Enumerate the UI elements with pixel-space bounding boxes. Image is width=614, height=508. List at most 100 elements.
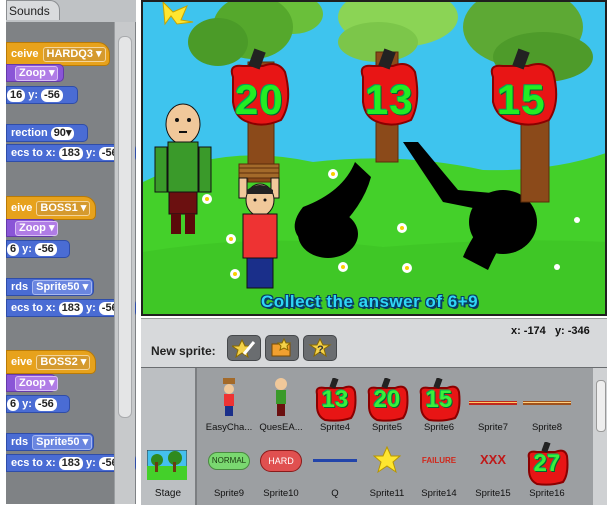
message-dropdown[interactable]: BOSS1 ▾ — [36, 200, 91, 216]
x-input[interactable]: 183 — [58, 301, 83, 315]
sprite-thumbnail[interactable]: 15 Sprite6 — [413, 374, 465, 436]
message-dropdown[interactable]: BOSS2 ▾ — [36, 354, 91, 370]
sprite-dropdown[interactable]: Sprite50 ▾ — [32, 279, 93, 295]
y-value: -346 — [567, 325, 590, 337]
x-input[interactable]: 183 — [58, 146, 83, 160]
sprite-name: Sprite9 — [213, 488, 245, 499]
normal-badge: NORMAL — [208, 452, 250, 470]
point-in-direction-block[interactable]: rection 90▾ — [6, 124, 88, 142]
direction-input[interactable]: 90▾ — [50, 126, 75, 140]
sprite-name: Sprite4 — [319, 422, 351, 433]
question-star-icon: ? — [308, 338, 332, 358]
question-prompt: Collect the answer of 6+9 — [261, 292, 479, 311]
choose-sprite-file-button[interactable] — [265, 335, 299, 361]
sprite-corral[interactable]: Stage EasyCha... QuesEA... 13 Sprite4 20… — [141, 367, 607, 505]
daisy-flower — [226, 234, 236, 244]
answer-number[interactable]: 13 — [365, 76, 414, 124]
dropdown-value: HARDQ3 — [46, 47, 93, 60]
y-label: y: — [86, 302, 96, 314]
dropdown-value: Sprite50 — [36, 280, 80, 293]
x-input[interactable]: 6 — [7, 397, 20, 411]
sprite-thumbnail[interactable]: EasyCha... — [203, 374, 255, 436]
sprite-number: 15 — [425, 386, 453, 413]
daisy-flower — [202, 194, 212, 204]
stage-thumbnail[interactable]: Stage — [141, 368, 197, 505]
paint-new-sprite-button[interactable] — [227, 335, 261, 361]
block-label: ecs to x: — [11, 147, 56, 159]
sprite-name: QuesEA... — [259, 422, 303, 433]
tab-sounds[interactable]: Sounds — [6, 0, 60, 20]
sprite-name: Sprite7 — [477, 422, 509, 433]
corral-scroll-thumb[interactable] — [596, 380, 606, 432]
stage[interactable]: 20 13 15 Collect the answer of 6+9 — [141, 0, 607, 316]
block-label: eive — [11, 356, 33, 368]
x-input[interactable]: 183 — [58, 456, 83, 470]
x-input[interactable]: 6 — [7, 242, 20, 256]
x-value: -174 — [523, 325, 546, 337]
block-label: ecs to x: — [11, 302, 56, 314]
sprite-image — [275, 378, 287, 416]
random-sprite-button[interactable]: ? — [303, 335, 337, 361]
point-towards-block[interactable]: rds Sprite50 ▾ — [6, 278, 94, 296]
sprite-name: Q — [331, 488, 339, 499]
daisy-flower — [402, 263, 412, 273]
x-label: x: — [511, 325, 521, 337]
sprite-name: Sprite14 — [421, 488, 457, 499]
sprite-name: Sprite8 — [531, 422, 563, 433]
mouse-coordinates: x: -174 y: -346 — [511, 325, 593, 337]
message-dropdown[interactable]: HARDQ3 ▾ — [42, 46, 106, 62]
answer-number[interactable]: 15 — [497, 76, 546, 124]
sprite-thumbnail[interactable]: XXX Sprite15 — [467, 440, 519, 502]
text-banner-icon — [313, 459, 357, 462]
sun-icon — [162, 2, 194, 26]
sprite-name: Sprite10 — [263, 488, 299, 499]
sprite-thumbnail[interactable]: NORMAL Sprite9 — [203, 440, 255, 502]
answer-number[interactable]: 20 — [235, 76, 284, 124]
scripts-area[interactable]: Sounds ceive HARDQ3 ▾ Zoop ▾ 16 y: -56 r… — [6, 0, 136, 504]
text-banner-icon — [469, 401, 517, 405]
y-input[interactable]: -56 — [34, 242, 57, 256]
sprite-thumbnail[interactable]: Sprite11 — [361, 440, 413, 502]
play-sound-block[interactable]: Zoop ▾ — [6, 374, 59, 392]
svg-text:?: ? — [317, 344, 324, 356]
dropdown-value: Sprite50 — [36, 435, 80, 448]
dropdown-value: Zoop — [19, 221, 46, 234]
y-input[interactable]: -56 — [34, 397, 57, 411]
sprite-thumbnail[interactable]: HARD Sprite10 — [255, 440, 307, 502]
when-i-receive-block[interactable]: eive BOSS1 ▾ — [6, 196, 96, 220]
text-banner-icon — [523, 401, 571, 405]
stage-thumbnail-image — [147, 450, 187, 480]
sprite-dropdown[interactable]: Sprite50 ▾ — [32, 434, 93, 450]
go-to-xy-block[interactable]: 16 y: -56 — [6, 86, 78, 104]
when-i-receive-block[interactable]: ceive HARDQ3 ▾ — [6, 42, 110, 66]
y-input[interactable]: -56 — [41, 88, 63, 102]
sprite-number: 13 — [321, 386, 349, 413]
sprite-thumbnail[interactable]: 13 Sprite4 — [309, 374, 361, 436]
point-towards-block[interactable]: rds Sprite50 ▾ — [6, 433, 94, 451]
sound-dropdown[interactable]: Zoop ▾ — [15, 220, 59, 236]
play-sound-block[interactable]: Zoop ▾ — [6, 64, 64, 82]
sprite-thumbnail[interactable]: QuesEA... — [255, 374, 307, 436]
play-sound-block[interactable]: Zoop ▾ — [6, 219, 59, 237]
sprite-thumbnail[interactable]: Sprite7 — [467, 374, 519, 436]
dropdown-value: BOSS1 — [40, 201, 78, 214]
sprite-thumbnail[interactable]: FAILURE Sprite14 — [413, 440, 465, 502]
sprite-name: Sprite15 — [475, 488, 511, 499]
sprite-thumbnail[interactable]: Q — [309, 440, 361, 502]
sound-dropdown[interactable]: Zoop ▾ — [15, 375, 59, 391]
scripts-scroll-thumb[interactable] — [118, 36, 132, 418]
go-to-xy-block[interactable]: 6 y: -56 — [6, 395, 70, 413]
when-i-receive-block[interactable]: eive BOSS2 ▾ — [6, 350, 96, 374]
sprite-thumbnail[interactable]: 20 Sprite5 — [361, 374, 413, 436]
y-label: y: — [86, 457, 96, 469]
go-to-xy-block[interactable]: 6 y: -56 — [6, 240, 70, 258]
sprite-number: 20 — [373, 386, 401, 413]
sprite-thumbnail[interactable]: 27 Sprite16 — [521, 440, 573, 502]
y-label: y: — [28, 89, 39, 101]
sound-dropdown[interactable]: Zoop ▾ — [15, 65, 59, 81]
sprite-thumbnail[interactable]: Sprite8 — [521, 374, 573, 436]
x-input[interactable]: 16 — [7, 88, 26, 102]
dropdown-value: Zoop — [19, 376, 46, 389]
new-sprite-label: New sprite: — [151, 344, 216, 358]
block-label: ceive — [11, 48, 39, 60]
